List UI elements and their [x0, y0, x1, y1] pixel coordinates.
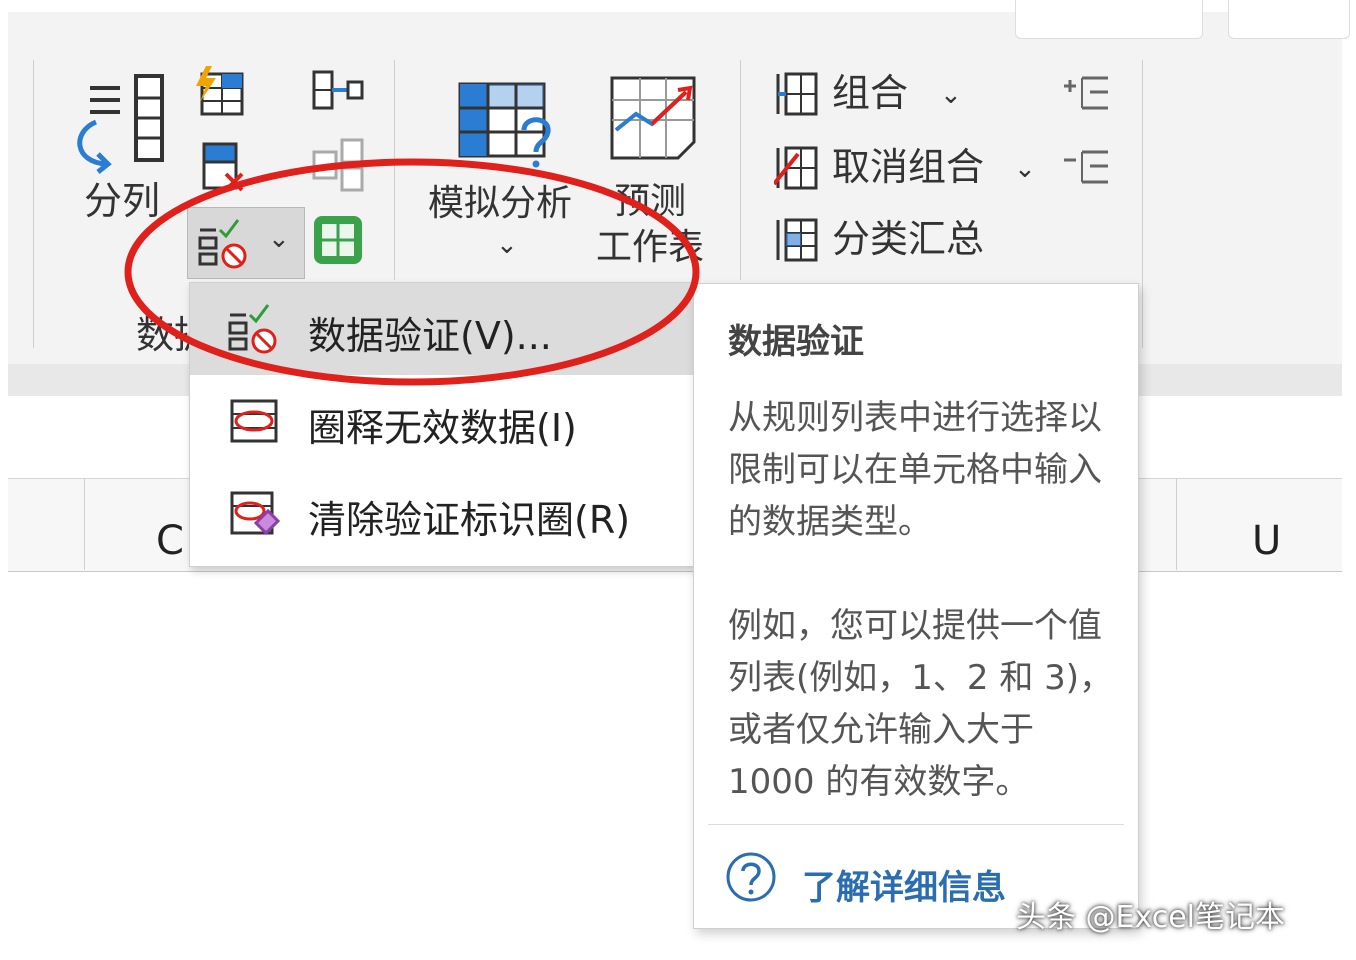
circle-invalid-data-icon	[230, 399, 278, 443]
menu-item-data-validation[interactable]: 数据验证(V)...	[190, 283, 694, 375]
ungroup-icon	[774, 146, 818, 190]
subtotal-icon	[776, 218, 818, 262]
top-button-partial-2[interactable]	[1228, 0, 1350, 39]
relationships-icon[interactable]	[308, 136, 368, 196]
remove-duplicates-icon[interactable]	[196, 140, 252, 196]
hide-detail-icon[interactable]	[1062, 146, 1112, 190]
ribbon-separator	[1142, 60, 1143, 348]
column-header-c[interactable]: C	[156, 518, 184, 564]
ungroup-dropdown-chevron: ⌄	[1014, 154, 1036, 184]
watermark-text: 头条 @Excel笔记本	[1016, 900, 1286, 935]
tooltip-description: 从规则列表中进行选择以限制可以在单元格中输入的数据类型。	[728, 398, 1102, 542]
group-icon	[776, 72, 818, 116]
top-button-partial[interactable]	[1015, 0, 1203, 39]
show-detail-icon[interactable]	[1062, 72, 1112, 116]
tooltip-title: 数据验证	[728, 322, 864, 362]
what-if-analysis-label: 模拟分析	[428, 183, 573, 224]
column-separator	[84, 478, 85, 570]
tooltip-divider	[708, 824, 1124, 825]
clear-validation-circles-icon	[230, 491, 281, 536]
ribbon-separator	[740, 60, 741, 280]
menu-item-label: 圈释无效数据(I)	[308, 406, 577, 450]
consolidate-icon[interactable]	[308, 64, 368, 116]
column-separator	[1176, 478, 1177, 570]
forecast-label-line2: 工作表	[596, 227, 705, 268]
learn-more-link[interactable]: 了解详细信息	[802, 860, 1006, 909]
forecast-label-line1: 预测	[614, 181, 687, 222]
data-validation-tooltip: 数据验证 从规则列表中进行选择以限制可以在单元格中输入的数据类型。 例如，您可以…	[693, 283, 1139, 929]
help-icon[interactable]	[724, 850, 778, 904]
forecast-sheet-icon	[610, 76, 696, 160]
what-if-analysis-icon	[458, 82, 551, 168]
ribbon-separator	[33, 60, 34, 348]
data-validation-split-button[interactable]: ⌄	[187, 207, 305, 279]
group-button[interactable]: 组合 ⌄	[774, 66, 994, 122]
data-validation-dropdown-menu: 数据验证(V)... 圈释无效数据(I) 清除验证标识圈(R)	[189, 282, 695, 567]
what-if-analysis-button[interactable]: 模拟分析 ⌄	[420, 72, 590, 272]
column-header-u[interactable]: U	[1252, 518, 1281, 564]
menu-item-label: 清除验证标识圈(R)	[308, 498, 631, 542]
text-to-columns-icon	[77, 74, 164, 174]
data-validation-dropdown-chevron: ⌄	[268, 224, 290, 254]
tooltip-example: 例如，您可以提供一个值列表(例如，1、2 和 3)，或者仅允许输入大于 1000…	[728, 606, 1114, 802]
group-label: 组合	[832, 71, 909, 115]
menu-item-label: 数据验证(V)...	[308, 314, 552, 358]
group-dropdown-chevron: ⌄	[940, 80, 962, 110]
flash-fill-icon[interactable]	[192, 64, 248, 120]
what-if-dropdown-chevron: ⌄	[496, 230, 518, 260]
data-validation-icon	[228, 304, 277, 354]
ungroup-label: 取消组合	[832, 145, 985, 189]
menu-item-circle-invalid-data[interactable]: 圈释无效数据(I)	[190, 375, 694, 467]
subtotal-label: 分类汇总	[832, 217, 985, 261]
forecast-sheet-button[interactable]: 预测 工作表	[596, 72, 726, 272]
manage-data-model-icon[interactable]	[310, 212, 366, 268]
data-validation-icon	[198, 219, 247, 269]
split-columns-button[interactable]: 分列	[60, 66, 180, 236]
menu-item-clear-validation-circles[interactable]: 清除验证标识圈(R)	[190, 467, 694, 559]
subtotal-button[interactable]: 分类汇总	[774, 212, 1004, 268]
ungroup-button[interactable]: 取消组合 ⌄	[774, 140, 1044, 196]
ribbon-separator	[394, 60, 395, 280]
split-columns-label: 分列	[84, 179, 161, 223]
